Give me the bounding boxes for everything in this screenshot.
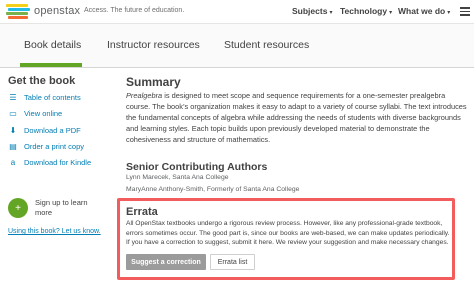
amazon-icon: a — [10, 157, 16, 167]
laptop-icon: ▭ — [9, 108, 17, 118]
chevron-down-icon: ▾ — [447, 10, 451, 16]
signup-link[interactable]: Sign up to learn more — [35, 198, 95, 218]
tab-book-details[interactable]: Book details — [24, 39, 81, 51]
errata-heading: Errata — [126, 206, 158, 218]
author-item: Lynn Marecek, Santa Ana College — [126, 174, 229, 181]
top-navigation-bar: openstax Access. The future of education… — [0, 0, 474, 24]
sidebar-item-label: View online — [24, 108, 63, 118]
nav-what-we-do[interactable]: What we do ▾ — [398, 6, 450, 16]
tab-student-resources[interactable]: Student resources — [224, 39, 309, 51]
nav-technology[interactable]: Technology ▾ — [340, 6, 392, 16]
sidebar-item-view-online[interactable]: ▭ View online — [8, 107, 62, 119]
brand-name[interactable]: openstax — [34, 5, 80, 17]
book-icon: ▤ — [9, 141, 17, 151]
authors-heading: Senior Contributing Authors — [126, 161, 268, 173]
errata-text: All OpenStax textbooks undergo a rigorou… — [126, 220, 450, 247]
add-user-icon[interactable]: + — [8, 198, 28, 218]
chevron-down-icon: ▾ — [329, 10, 333, 16]
openstax-logo-icon[interactable] — [6, 3, 32, 19]
sidebar-item-order-print-copy[interactable]: ▤ Order a print copy — [8, 140, 84, 152]
chevron-down-icon: ▾ — [389, 10, 393, 16]
hamburger-menu-icon[interactable] — [460, 7, 470, 16]
errata-list-button[interactable]: Errata list — [210, 254, 255, 270]
book-title: Prealgebra — [126, 91, 163, 100]
summary-body: is designed to meet scope and sequence r… — [126, 91, 467, 144]
tab-instructor-resources[interactable]: Instructor resources — [107, 39, 200, 51]
using-this-book-link[interactable]: Using this book? Let us know. — [8, 228, 101, 235]
nav-subjects-label: Subjects — [292, 6, 328, 16]
active-tab-indicator — [20, 63, 82, 67]
author-item: MaryAnne Anthony-Smith, Formerly of Sant… — [126, 186, 300, 193]
nav-what-we-do-label: What we do — [398, 6, 446, 16]
nav-subjects[interactable]: Subjects ▾ — [292, 6, 332, 16]
nav-technology-label: Technology — [340, 6, 388, 16]
sidebar-title: Get the book — [8, 75, 76, 87]
list-icon: ☰ — [9, 92, 17, 102]
tab-bar: Book details Instructor resources Studen… — [0, 24, 474, 68]
sidebar-item-label: Download a PDF — [24, 125, 81, 135]
sidebar-item-label: Download for Kindle — [24, 157, 92, 167]
sidebar-item-table-of-contents[interactable]: ☰ Table of contents — [8, 91, 81, 103]
sidebar-item-download-kindle[interactable]: a Download for Kindle — [8, 156, 91, 168]
suggest-correction-button[interactable]: Suggest a correction — [126, 254, 206, 270]
summary-text: Prealgebra is designed to meet scope and… — [126, 90, 468, 145]
download-icon: ⬇ — [9, 125, 17, 135]
sidebar-item-label: Order a print copy — [24, 141, 85, 151]
sidebar-item-label: Table of contents — [24, 92, 81, 102]
tagline: Access. The future of education. — [84, 7, 185, 14]
sidebar-item-download-pdf[interactable]: ⬇ Download a PDF — [8, 124, 81, 136]
summary-heading: Summary — [126, 75, 181, 89]
